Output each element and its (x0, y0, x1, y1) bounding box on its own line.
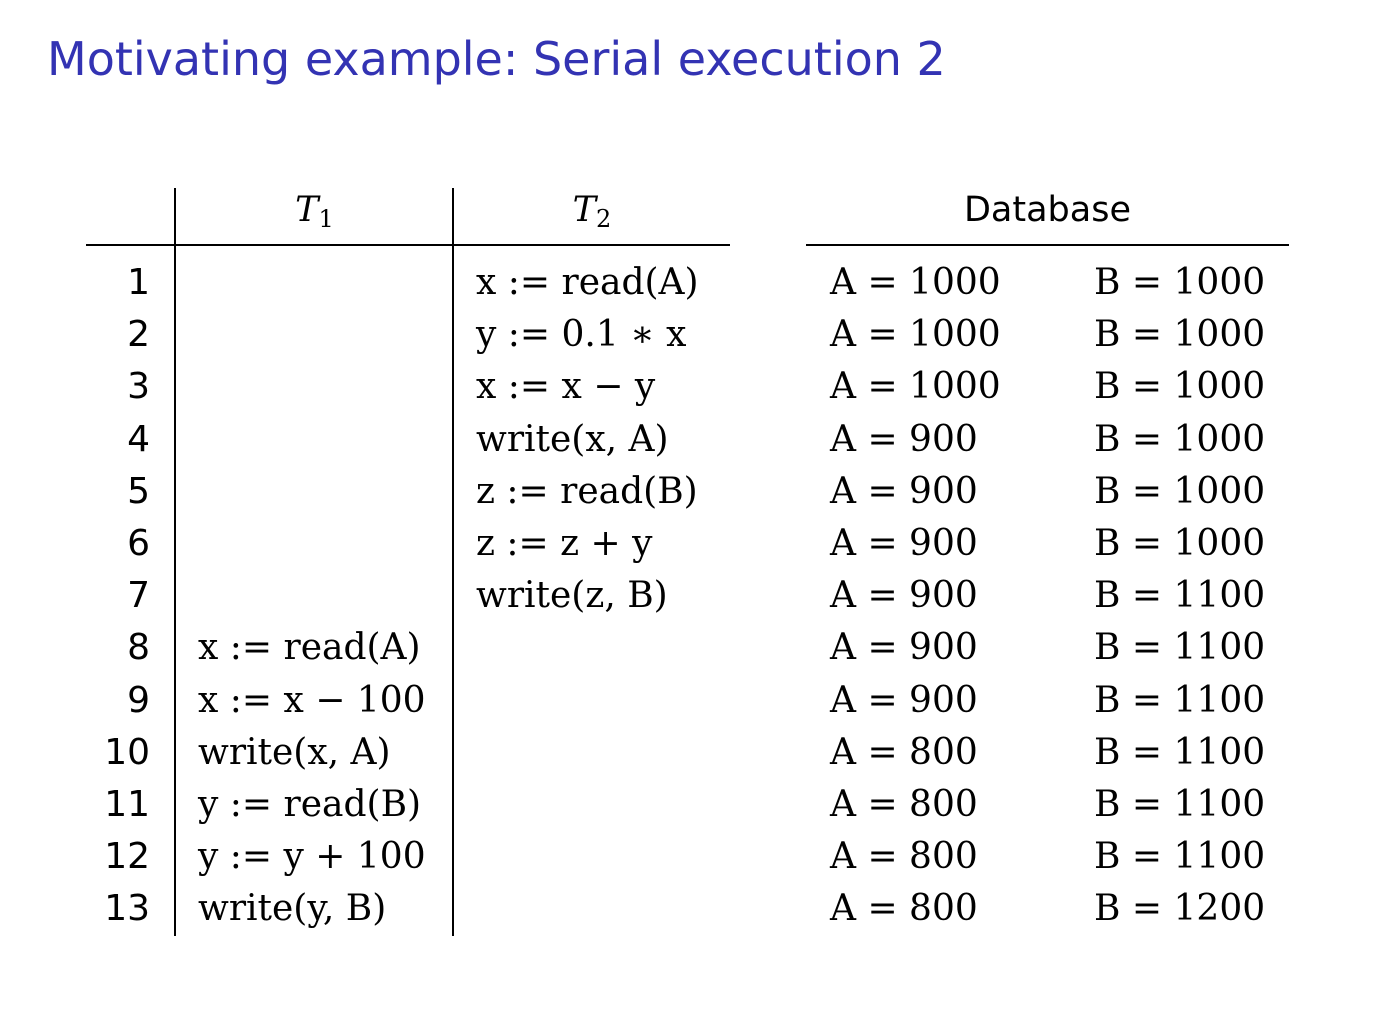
db-value-b: B = 1000 (1094, 523, 1266, 564)
table-row: 4 write(x, A) A = 900 B = 1000 (0, 414, 1382, 466)
table-row: 11 y := read(B) A = 800 B = 1100 (0, 779, 1382, 831)
db-value-b: B = 1000 (1094, 418, 1266, 460)
header-rule-left (86, 244, 730, 246)
t2-operation: write(z, B) (476, 575, 668, 617)
db-value-b: B = 1000 (1094, 262, 1266, 303)
header-rule-right (806, 244, 1289, 246)
db-value-a: A = 1000 (830, 314, 1001, 356)
db-value-b: B = 1100 (1094, 575, 1266, 617)
step-number: 2 (127, 314, 150, 356)
t2-operation: write(x, A) (476, 418, 669, 460)
db-value-b: B = 1200 (1094, 888, 1266, 930)
t2-operation: y := 0.1 ∗ x (476, 314, 687, 356)
db-value-a: A = 800 (830, 731, 978, 773)
table-row: 9 x := x − 100 A = 900 B = 1100 (0, 675, 1382, 727)
t2-operation: x := x − y (476, 366, 656, 408)
header-database: Database (963, 190, 1131, 230)
db-value-a: A = 900 (830, 627, 978, 669)
db-value-a: A = 1000 (830, 366, 1001, 408)
header-t2-subscript: 2 (596, 205, 612, 233)
db-value-a: A = 900 (830, 523, 978, 564)
step-number: 8 (127, 627, 150, 669)
t2-operation: z := z + y (476, 523, 653, 564)
step-number: 10 (104, 731, 150, 773)
step-number: 11 (104, 784, 150, 825)
db-value-b: B = 1100 (1094, 679, 1266, 721)
table-row: 8 x := read(A) A = 900 B = 1100 (0, 622, 1382, 674)
db-value-b: B = 1000 (1094, 314, 1266, 356)
step-number: 13 (104, 888, 150, 930)
db-value-a: A = 800 (830, 888, 978, 930)
t1-operation: write(x, A) (198, 731, 391, 773)
db-value-b: B = 1100 (1094, 731, 1266, 773)
db-value-b: B = 1100 (1094, 836, 1266, 878)
db-value-a: A = 1000 (830, 262, 1001, 303)
slide-title: Motivating example: Serial execution 2 (47, 32, 946, 86)
t1-operation: x := read(A) (198, 627, 421, 669)
t2-operation: z := read(B) (476, 470, 698, 512)
step-number: 7 (127, 575, 150, 617)
step-number: 12 (104, 836, 150, 878)
table-row: 3 x := x − y A = 1000 B = 1000 (0, 361, 1382, 413)
step-number: 3 (127, 366, 150, 408)
table-row: 2 y := 0.1 ∗ x A = 1000 B = 1000 (0, 309, 1382, 361)
db-value-a: A = 800 (830, 836, 978, 878)
db-value-b: B = 1100 (1094, 784, 1266, 825)
db-value-a: A = 900 (830, 470, 978, 512)
t1-operation: y := read(B) (198, 784, 422, 825)
table-row: 12 y := y + 100 A = 800 B = 1100 (0, 831, 1382, 883)
db-value-b: B = 1000 (1094, 470, 1266, 512)
header-t2: T2 (454, 188, 730, 233)
table-row: 10 write(x, A) A = 800 B = 1100 (0, 727, 1382, 779)
t1-operation: x := x − 100 (198, 679, 426, 721)
db-value-b: B = 1100 (1094, 627, 1266, 669)
step-number: 4 (127, 418, 150, 460)
step-number: 9 (127, 679, 150, 721)
db-value-b: B = 1000 (1094, 366, 1266, 408)
table-row: 7 write(z, B) A = 900 B = 1100 (0, 570, 1382, 622)
step-number: 6 (127, 523, 150, 564)
t1-operation: write(y, B) (198, 888, 387, 930)
table-row: 1 x := read(A) A = 1000 B = 1000 (0, 257, 1382, 309)
header-t1-subscript: 1 (318, 205, 334, 233)
db-value-a: A = 900 (830, 418, 978, 460)
db-value-a: A = 800 (830, 784, 978, 825)
db-value-a: A = 900 (830, 679, 978, 721)
header-t1-symbol: T (295, 190, 319, 230)
header-t1: T1 (176, 188, 453, 233)
table-row: 13 write(y, B) A = 800 B = 1200 (0, 883, 1382, 935)
t1-operation: y := y + 100 (198, 836, 426, 878)
t2-operation: x := read(A) (476, 262, 699, 303)
table-row: 5 z := read(B) A = 900 B = 1000 (0, 466, 1382, 518)
db-value-a: A = 900 (830, 575, 978, 617)
header-t2-symbol: T (572, 190, 597, 230)
step-number: 1 (127, 262, 150, 303)
step-number: 5 (127, 470, 150, 512)
table-row: 6 z := z + y A = 900 B = 1000 (0, 518, 1382, 570)
